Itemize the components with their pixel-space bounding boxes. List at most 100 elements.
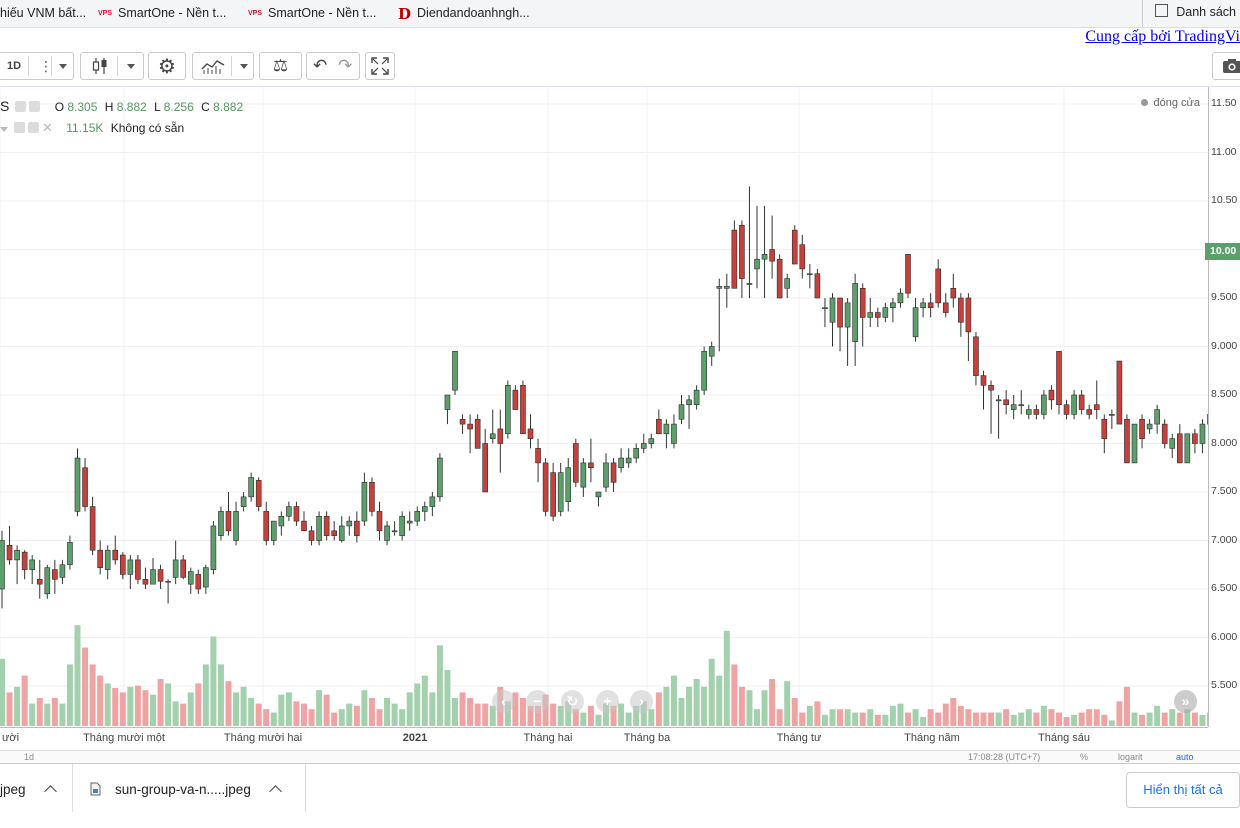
candle-body: [565, 467, 572, 503]
chevron-down-icon[interactable]: [59, 63, 67, 69]
volume-bar: [187, 692, 194, 726]
volume-bar: [74, 625, 81, 726]
candle-body: [1169, 438, 1176, 449]
bookmark-3[interactable]: VPS SmartOne - Nền t...: [248, 4, 376, 22]
collapse-icon[interactable]: [0, 127, 8, 132]
time-tick-label: ười: [2, 732, 20, 744]
interval-status[interactable]: 1d: [24, 752, 34, 762]
download-item-2[interactable]: sun-group-va-n.....jpeg: [90, 764, 282, 816]
candle-body: [1131, 423, 1138, 464]
candle-body: [36, 578, 43, 585]
zoom-in-icon[interactable]: +: [596, 690, 619, 713]
volume-bar: [474, 703, 481, 726]
close-icon[interactable]: ✕: [42, 120, 53, 135]
volume-bar: [459, 692, 466, 726]
price-tick-label: 10.50: [1211, 194, 1238, 206]
downloads-shelf: jpeg sun-group-va-n.....jpeg Hiển thị tấ…: [0, 763, 1240, 828]
chevron-up-icon[interactable]: [268, 785, 282, 798]
bookmark-4[interactable]: D Diendandoanhngh...: [398, 4, 530, 23]
camera-icon[interactable]: [1212, 52, 1240, 80]
volume-bar: [814, 701, 821, 726]
volume-bar: [1048, 709, 1055, 726]
volume-bar: [678, 698, 685, 726]
scroll-left-icon[interactable]: ‹: [492, 690, 515, 713]
candle-body: [293, 506, 300, 522]
candle-body: [459, 418, 466, 425]
redo-icon[interactable]: ↷: [338, 56, 352, 76]
candle-body: [739, 224, 745, 279]
candle-body: [1161, 423, 1168, 444]
candle-body: [648, 438, 655, 444]
volume-bar: [625, 712, 632, 726]
reading-list-button[interactable]: Danh sách: [1142, 0, 1240, 27]
zoom-out-icon[interactable]: −: [526, 690, 549, 713]
percent-toggle[interactable]: %: [1080, 752, 1088, 762]
price-chart[interactable]: [0, 87, 1208, 727]
candle-body: [1078, 394, 1085, 410]
volume-bar: [323, 694, 330, 726]
volume-bar: [1078, 712, 1085, 726]
candle-body: [89, 506, 96, 551]
candle-body: [1063, 404, 1070, 415]
log-toggle[interactable]: logarit: [1118, 752, 1143, 762]
volume-bar: [225, 681, 232, 726]
settings-icon[interactable]: [28, 122, 39, 133]
interval-button[interactable]: 1D: [7, 60, 21, 72]
auto-toggle[interactable]: auto: [1176, 752, 1194, 762]
time-tick-label: Tháng sáu: [1038, 732, 1090, 744]
interval-group: 1D ⋮: [0, 52, 74, 80]
candle-body: [640, 443, 647, 449]
candle-body: [82, 467, 88, 507]
provided-by-link[interactable]: Cung cấp bởi TradingVi: [1085, 28, 1240, 46]
volume-bar: [1139, 714, 1146, 726]
candle-body: [52, 569, 58, 580]
candle-body: [769, 249, 775, 262]
candle-body: [270, 520, 277, 541]
candle-body: [761, 254, 768, 260]
indicators-icon[interactable]: [201, 58, 225, 74]
candle-body: [187, 571, 194, 585]
candle-body: [610, 462, 617, 483]
candle-body: [210, 525, 217, 570]
eye-icon[interactable]: [15, 101, 27, 112]
volume-bar: [36, 698, 43, 726]
volume-bar: [746, 690, 753, 726]
bookmark-2[interactable]: VPS SmartOne - Nền t...: [98, 4, 226, 22]
volume-bar: [406, 692, 413, 726]
candle-body: [6, 545, 13, 561]
volume-bar: [889, 705, 896, 726]
candle-body: [965, 297, 972, 333]
compare-scale-icon[interactable]: ⚖: [259, 52, 302, 80]
candle-body: [142, 578, 149, 585]
candle-body: [859, 288, 866, 318]
time-axis[interactable]: [0, 727, 1208, 750]
volume-bar: [1086, 709, 1093, 726]
candle-body: [14, 549, 20, 561]
scroll-right-icon[interactable]: ›: [630, 690, 653, 713]
candles-icon[interactable]: [91, 57, 109, 75]
price-tick-label: 8.000: [1211, 436, 1238, 449]
candle-body: [331, 530, 338, 536]
reset-icon[interactable]: ↻: [561, 690, 584, 713]
eye-icon[interactable]: [14, 122, 25, 133]
go-to-realtime-icon[interactable]: »: [1174, 690, 1197, 713]
bookmark-1[interactable]: hiếu VNM bất...: [0, 4, 86, 22]
candle-body: [203, 567, 209, 588]
volume-bar: [270, 712, 277, 726]
candle-body: [527, 428, 534, 439]
chevron-down-icon[interactable]: [240, 63, 248, 69]
gear-icon[interactable]: ⚙: [148, 52, 186, 80]
price-tick-label: 11.50: [1211, 97, 1237, 109]
d-logo-icon: D: [398, 4, 412, 23]
candle-body: [701, 351, 707, 391]
candle-body: [776, 258, 783, 299]
chevron-up-icon[interactable]: [43, 785, 57, 798]
chevron-down-icon[interactable]: [127, 63, 135, 69]
undo-icon[interactable]: ↶: [313, 56, 327, 76]
volume-bar: [142, 690, 149, 726]
download-item-1[interactable]: jpeg: [0, 764, 57, 816]
fullscreen-icon[interactable]: [365, 52, 395, 80]
show-all-button[interactable]: Hiển thị tất cả: [1126, 772, 1240, 808]
settings-icon[interactable]: [29, 101, 41, 112]
candle-body: [150, 569, 156, 585]
